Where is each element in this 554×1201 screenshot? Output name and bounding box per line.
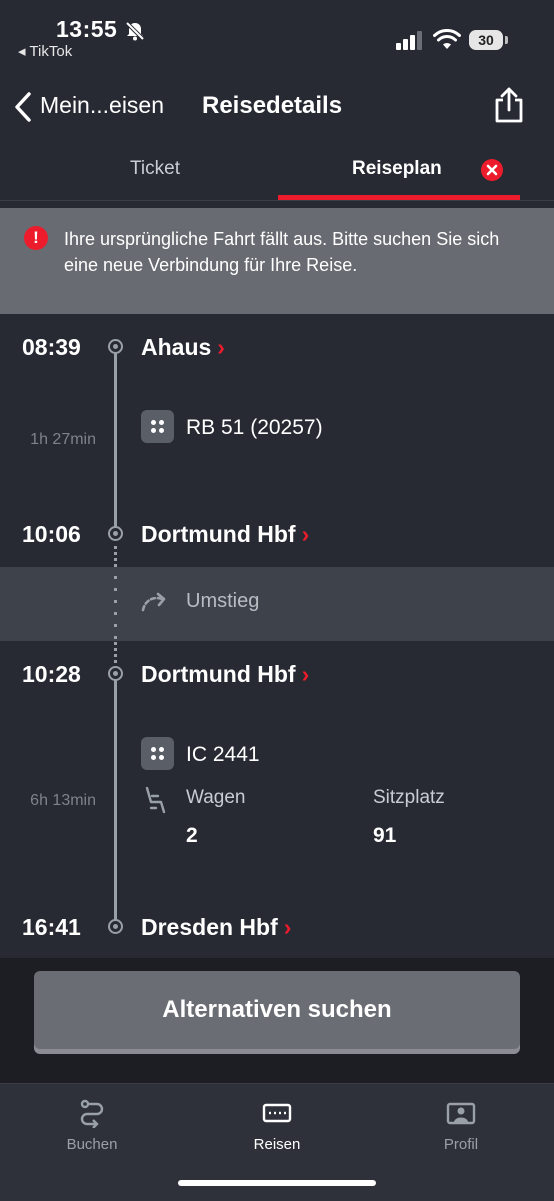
- seat-label: Sitzplatz: [373, 787, 445, 808]
- tab-reiseplan-label: Reiseplan: [352, 158, 442, 179]
- station-name: Ahaus: [141, 334, 212, 360]
- station-link[interactable]: Dortmund Hbf ›: [141, 661, 309, 688]
- route-icon: [80, 1099, 104, 1128]
- warning-icon: !: [24, 226, 48, 250]
- transfer-arrow-icon: [141, 592, 166, 612]
- stop-time: 16:41: [22, 914, 81, 940]
- timeline-transfer-dots-over: [114, 552, 117, 664]
- tabs-divider: [0, 200, 554, 201]
- back-button[interactable]: Mein...eisen: [40, 92, 164, 119]
- timeline-node: [108, 339, 123, 354]
- tab-buchen[interactable]: Buchen: [32, 1098, 152, 1153]
- tab-reisen-label: Reisen: [253, 1136, 301, 1153]
- train-name[interactable]: IC 2441: [186, 743, 260, 767]
- wagon-label: Wagen: [186, 787, 246, 808]
- seat-value: 91: [373, 824, 397, 847]
- chevron-left-icon[interactable]: [12, 90, 36, 124]
- back-to-app-link[interactable]: ◂ TikTok: [18, 42, 72, 60]
- train-icon: [141, 410, 174, 443]
- cancelled-x-icon: [481, 159, 503, 181]
- chevron-right-icon: ›: [301, 661, 310, 687]
- station-link[interactable]: Dresden Hbf ›: [141, 914, 291, 941]
- home-indicator: [178, 1180, 376, 1186]
- transfer-label: Umstieg: [186, 590, 260, 612]
- battery-icon: 30: [469, 30, 509, 52]
- transfer-row: [0, 567, 554, 641]
- train-name[interactable]: RB 51 (20257): [186, 416, 323, 440]
- timeline-node: [108, 526, 123, 541]
- leg-duration: 1h 27min: [30, 431, 96, 448]
- chevron-right-icon: ›: [301, 521, 310, 547]
- station-link[interactable]: Dortmund Hbf ›: [141, 521, 309, 548]
- station-name: Dortmund Hbf: [141, 661, 296, 687]
- profile-icon: [446, 1102, 476, 1125]
- wifi-icon: [433, 29, 461, 49]
- stop-time: 10:28: [22, 661, 81, 687]
- tab-profil[interactable]: Profil: [401, 1098, 521, 1153]
- timeline-line-leg-2: [114, 680, 117, 924]
- ticket-icon: [262, 1103, 292, 1123]
- signal-icon: [396, 31, 422, 50]
- wagon-value: 2: [186, 824, 198, 847]
- stop-time: 10:06: [22, 521, 81, 547]
- tab-buchen-label: Buchen: [66, 1136, 118, 1153]
- bell-muted-icon: [125, 21, 145, 41]
- station-link[interactable]: Ahaus ›: [141, 334, 225, 361]
- leg-duration: 6h 13min: [30, 792, 96, 809]
- chevron-right-icon: ›: [283, 914, 292, 940]
- battery-level: 30: [469, 30, 503, 50]
- alert-text: Ihre ursprüngliche Fahrt fällt aus. Bitt…: [64, 229, 500, 275]
- timeline-line-leg-1: [114, 352, 117, 532]
- timeline-node: [108, 919, 123, 934]
- seat-icon: [145, 786, 166, 814]
- stop-time: 08:39: [22, 334, 81, 360]
- train-icon: [141, 737, 174, 770]
- timeline-node: [108, 666, 123, 681]
- tab-profil-label: Profil: [443, 1136, 479, 1153]
- chevron-right-icon: ›: [217, 334, 225, 360]
- station-name: Dresden Hbf: [141, 914, 278, 940]
- tab-reisen[interactable]: Reisen: [217, 1098, 337, 1153]
- station-name: Dortmund Hbf: [141, 521, 296, 547]
- cancellation-alert: ! Ihre ursprüngliche Fahrt fällt aus. Bi…: [0, 208, 554, 314]
- status-time: 13:55: [56, 16, 118, 42]
- share-icon[interactable]: [493, 86, 525, 124]
- page-title: Reisedetails: [202, 92, 343, 119]
- search-alternatives-button[interactable]: Alternativen suchen: [34, 971, 520, 1049]
- tab-ticket[interactable]: Ticket: [0, 158, 310, 180]
